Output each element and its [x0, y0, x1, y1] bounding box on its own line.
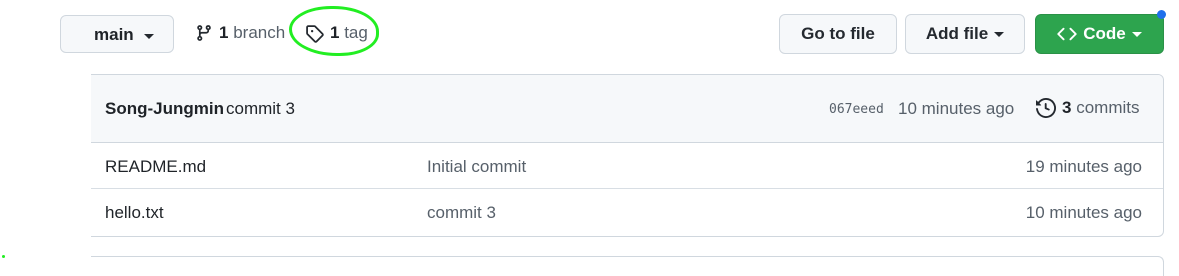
- caret-down-icon: [144, 34, 154, 39]
- readme-box: [91, 256, 1164, 276]
- row-divider: [91, 188, 1163, 189]
- code-button[interactable]: Code: [1035, 14, 1164, 54]
- code-label: Code: [1083, 24, 1126, 43]
- file-time: 19 minutes ago: [1025, 157, 1142, 176]
- file-commit-message[interactable]: Initial commit: [427, 157, 526, 177]
- caret-down-icon: [994, 31, 1005, 37]
- commits-link[interactable]: 3 commits: [1036, 98, 1139, 118]
- go-to-file-button[interactable]: Go to file: [779, 14, 897, 54]
- branches-label: branch: [233, 23, 286, 42]
- go-to-file-label: Go to file: [801, 24, 875, 43]
- commit-time: 10 minutes ago: [898, 99, 1015, 118]
- git-branch-icon: [195, 24, 213, 42]
- commit-message[interactable]: commit 3: [226, 99, 295, 119]
- commit-author[interactable]: Song-Jungmin: [105, 99, 224, 119]
- branches-count: 1: [219, 23, 229, 42]
- annotation-dot: [2, 255, 5, 258]
- add-file-button[interactable]: Add file: [905, 14, 1025, 54]
- code-icon: [1057, 24, 1077, 44]
- caret-down-icon: [1131, 31, 1142, 37]
- commits-count: 3: [1062, 98, 1072, 117]
- file-time: 10 minutes ago: [1025, 203, 1142, 222]
- file-name[interactable]: README.md: [105, 157, 206, 177]
- file-commit-message[interactable]: commit 3: [427, 203, 496, 223]
- annotation-circle: [289, 6, 379, 56]
- branch-name: main: [94, 25, 134, 44]
- notification-dot: [1157, 10, 1166, 19]
- history-icon: [1036, 98, 1056, 118]
- branches-link[interactable]: 1 branch: [195, 23, 285, 43]
- commits-label: commits: [1076, 98, 1140, 117]
- add-file-label: Add file: [925, 24, 989, 43]
- file-name[interactable]: hello.txt: [105, 203, 164, 223]
- commit-hash[interactable]: 067eeed: [829, 102, 884, 117]
